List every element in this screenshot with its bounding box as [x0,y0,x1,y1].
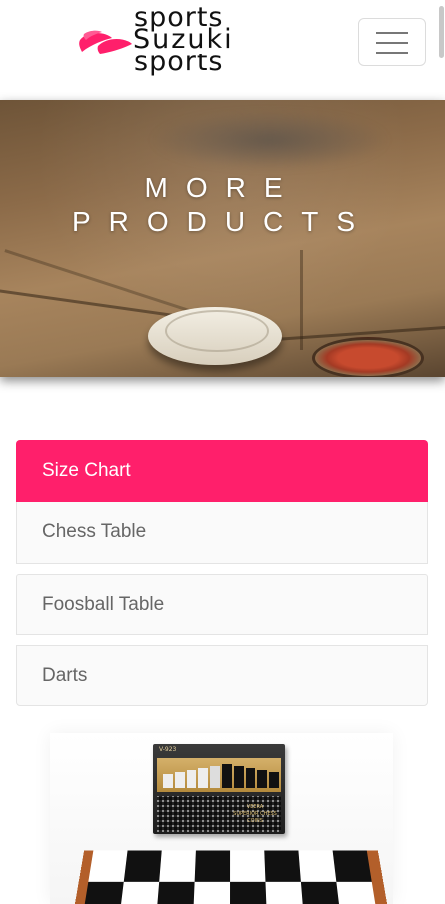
site-header: sports Suzuki sports [0,0,445,96]
logo-tagline-bottom: sports [134,54,224,77]
chess-board-grid [82,850,378,904]
box-title-2: SUPERIOR CHESS [233,811,277,817]
chess-board [72,850,390,904]
category-size-chart[interactable]: Size Chart [16,440,428,502]
hero-banner: MORE PRODUCTS [0,100,445,377]
category-darts[interactable]: Darts [16,645,428,706]
chess-coins-box: V-923 VEERA SUPERIOR CHESS COINS [153,744,285,834]
box-title-1: VEERA [246,804,264,810]
chess-pieces-icon [163,762,279,788]
hero-red-circle [312,337,424,377]
hero-background-coins [150,110,390,170]
logo-wing-icon [79,30,132,54]
box-code: V-923 [159,746,177,753]
scrollbar-thumb[interactable] [439,6,444,58]
logo-brand-name: Suzuki [133,24,234,55]
category-foosball-table[interactable]: Foosball Table [16,574,428,635]
hero-title-line1: MORE [144,172,301,203]
hero-title-line2: PRODUCTS [71,206,374,237]
brand-logo[interactable]: sports Suzuki sports [78,6,253,86]
category-chess-table[interactable]: Chess Table [16,502,428,564]
box-title-3: COINS [247,818,263,824]
menu-toggle-button[interactable] [358,18,426,66]
hero-striker-ring [165,310,269,352]
product-image[interactable]: V-923 VEERA SUPERIOR CHESS COINS [50,733,393,904]
hero-board-line [300,250,303,350]
